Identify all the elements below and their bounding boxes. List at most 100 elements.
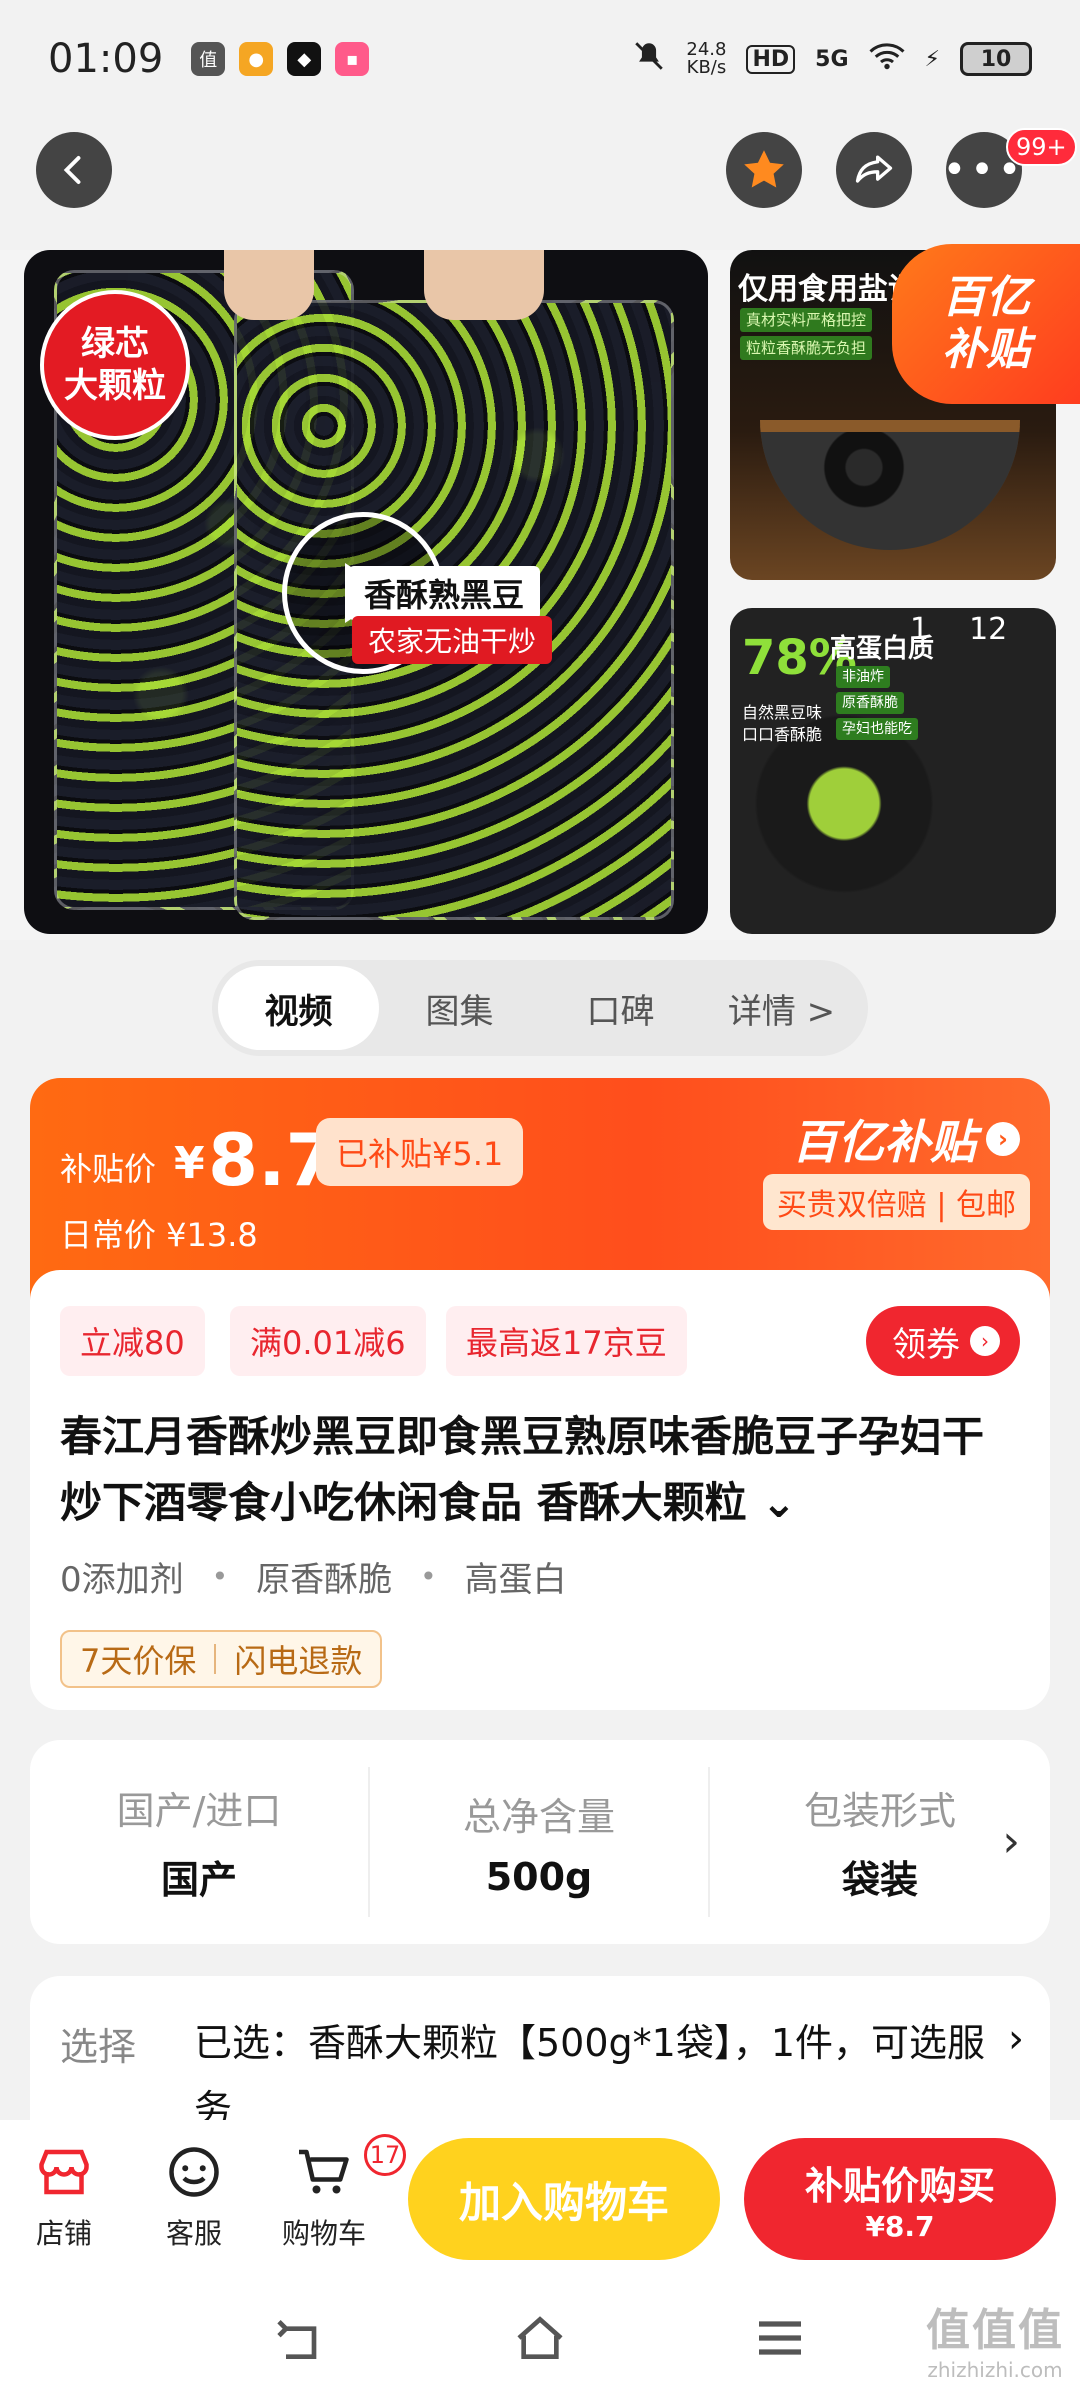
hd-icon: HD bbox=[746, 44, 796, 74]
shop-button[interactable]: 店铺 bbox=[4, 2140, 124, 2252]
product-info-card: 立减80 满0.01减6 最高返17京豆 领券 › 春江月香酥炒黑豆即食黑豆熟原… bbox=[30, 1270, 1050, 1710]
tab-reviews[interactable]: 口碑 bbox=[540, 966, 701, 1050]
spec-net-weight: 总净含量 500g bbox=[370, 1767, 710, 1917]
promo-chip[interactable]: 立减80 bbox=[60, 1306, 205, 1376]
nav-back-button[interactable] bbox=[272, 2314, 328, 2366]
subsidy-brand-link[interactable]: 百亿补贴 › bbox=[792, 1106, 1020, 1172]
hand-image bbox=[424, 250, 544, 320]
speed-unit: KB/s bbox=[686, 57, 727, 78]
system-icons: 24.8 KB/s HD 5G ⚡ 10 bbox=[632, 39, 1032, 79]
cart-button[interactable]: 17 购物车 bbox=[264, 2134, 406, 2252]
product-title[interactable]: 春江月香酥炒黑豆即食黑豆熟原味香脆豆子孕妇干炒下酒零食小吃休闲食品 香酥大颗粒 … bbox=[60, 1404, 1020, 1536]
tag-line: 绿芯 bbox=[81, 324, 149, 364]
buy-label: 补贴价购买 bbox=[804, 2164, 995, 2208]
menu-icon bbox=[759, 2321, 801, 2355]
side-line: 真材实料严格把控 bbox=[740, 308, 873, 332]
green-core-tag: 绿芯 大颗粒 bbox=[40, 290, 190, 440]
spec-origin: 国产/进口 国产 bbox=[30, 1767, 370, 1917]
assurance-item: 闪电退款 bbox=[234, 1642, 363, 1680]
tab-details[interactable]: 详情 > bbox=[701, 966, 862, 1050]
notification-icons: 值 ● ◆ ▪ bbox=[191, 42, 370, 76]
protein-chip: 孕妇也能吃 bbox=[836, 718, 918, 740]
coupon-label: 领券 bbox=[892, 1324, 960, 1365]
return-icon bbox=[277, 2320, 317, 2359]
separator-dot: • bbox=[211, 1560, 229, 1593]
protein-left-text: 自然黑豆味 口口香酥脆 bbox=[742, 702, 822, 746]
mute-icon bbox=[632, 39, 666, 79]
package-sublabel: 农家无油干炒 bbox=[352, 616, 553, 664]
promo-chip[interactable]: 最高返17京豆 bbox=[446, 1306, 687, 1376]
system-nav-bar bbox=[0, 2280, 1080, 2400]
chevron-right-icon: › bbox=[986, 1122, 1020, 1156]
subsidy-corner-badge: 百亿 补贴 bbox=[892, 244, 1080, 404]
bowl-image bbox=[760, 420, 1020, 550]
watermark-url: zhizhizhi.com bbox=[927, 2358, 1063, 2382]
feature-item: 0添加剂 bbox=[60, 1560, 184, 1600]
message-count-badge: 99+ bbox=[1006, 128, 1077, 166]
feature-list: 0添加剂 • 原香酥脆 • 高蛋白 bbox=[60, 1552, 567, 1601]
buy-price: ¥8.7 bbox=[865, 2210, 935, 2243]
subsidy-badge-line: 补贴 bbox=[942, 324, 1030, 375]
selection-label: 选择 bbox=[60, 2025, 137, 2069]
spec-packaging: 包装形式 袋装 bbox=[710, 1767, 1050, 1917]
subsidy-brand-text: 百亿补贴 bbox=[792, 1115, 976, 1169]
site-watermark: 值值值 zhizhizhi.com bbox=[926, 2294, 1064, 2382]
share-icon bbox=[855, 155, 893, 183]
protein-chip: 原香酥脆 bbox=[836, 692, 904, 714]
spec-value: 袋装 bbox=[841, 1858, 918, 1902]
shop-label: 店铺 bbox=[35, 2217, 92, 2250]
subsidy-badge-line: 百亿 bbox=[942, 272, 1030, 323]
wifi-icon bbox=[869, 41, 905, 77]
chevron-left-icon bbox=[63, 156, 81, 184]
chevron-right-icon: › bbox=[1008, 2016, 1024, 2062]
assurance-tags[interactable]: 7天价保 闪电退款 bbox=[60, 1630, 383, 1688]
feature-item: 高蛋白 bbox=[464, 1560, 567, 1600]
hand-image bbox=[224, 250, 314, 320]
customer-service-button[interactable]: 客服 bbox=[134, 2140, 254, 2252]
chevron-right-icon: › bbox=[970, 1326, 1000, 1356]
nav-menu-button[interactable] bbox=[752, 2314, 808, 2366]
favorite-button[interactable] bbox=[726, 132, 802, 208]
spec-key: 国产/进口 bbox=[116, 1789, 282, 1833]
buy-now-button[interactable]: 补贴价购买 ¥8.7 bbox=[744, 2138, 1056, 2260]
service-label: 客服 bbox=[165, 2217, 222, 2250]
price-guarantee: 买贵双倍赔 | 包邮 bbox=[762, 1174, 1030, 1230]
cart-count-badge: 17 bbox=[364, 2134, 406, 2176]
clock: 01:09 bbox=[48, 36, 164, 82]
spec-value: 500g bbox=[485, 1854, 593, 1899]
specs-card[interactable]: 国产/进口 国产 总净含量 500g 包装形式 袋装 › bbox=[30, 1740, 1050, 1944]
add-to-cart-button[interactable]: 加入购物车 bbox=[408, 2138, 720, 2260]
currency-symbol: ¥ bbox=[174, 1138, 205, 1189]
network-type: 5G bbox=[815, 46, 849, 72]
tag-line: 大颗粒 bbox=[64, 366, 166, 406]
promo-chip[interactable]: 满0.01减6 bbox=[230, 1306, 426, 1376]
feature-item: 原香酥脆 bbox=[256, 1560, 393, 1600]
shop-icon bbox=[32, 2140, 96, 2204]
tab-gallery[interactable]: 图集 bbox=[379, 966, 540, 1050]
side-line: 粒粒香酥脆无负担 bbox=[740, 336, 873, 360]
status-bar: 01:09 值 ● ◆ ▪ 24.8 KB/s HD 5G ⚡ 10 bbox=[0, 0, 1080, 118]
back-button[interactable] bbox=[36, 132, 112, 208]
share-button[interactable] bbox=[836, 132, 912, 208]
chat-icon bbox=[162, 2140, 226, 2204]
side-image-title: 仅用食用盐调 bbox=[738, 272, 918, 307]
divider bbox=[214, 1644, 217, 1674]
watermark-logo: 值值值 bbox=[926, 2305, 1064, 2356]
daily-price: 日常价 ¥13.8 bbox=[60, 1216, 258, 1254]
protein-left-line: 口口香酥脆 bbox=[742, 725, 823, 744]
cart-icon: 17 bbox=[292, 2134, 406, 2204]
selection-row[interactable]: 选择 已选：香酥大颗粒【500g*1袋】，1件，可选服务 › bbox=[30, 1976, 1050, 2126]
gallery-counter: 1 12 bbox=[910, 612, 1007, 647]
subsidy-price-label: 补贴价 bbox=[60, 1150, 157, 1188]
get-coupon-button[interactable]: 领券 › bbox=[866, 1306, 1020, 1376]
nav-home-button[interactable] bbox=[512, 2314, 568, 2366]
chevron-right-icon[interactable]: › bbox=[1002, 1816, 1020, 1867]
tab-video[interactable]: 视频 bbox=[218, 966, 379, 1050]
charging-icon: ⚡ bbox=[924, 46, 940, 72]
package-label: 香酥熟黑豆 bbox=[348, 566, 541, 620]
product-page: 01:09 值 ● ◆ ▪ 24.8 KB/s HD 5G ⚡ 10 ••• 9… bbox=[0, 0, 1080, 2400]
star-icon bbox=[744, 150, 784, 188]
protein-left-line: 自然黑豆味 bbox=[742, 703, 823, 722]
side-image-protein[interactable]: 78% 高蛋白质 非油炸 原香酥脆 孕妇也能吃 自然黑豆味 口口香酥脆 bbox=[730, 608, 1056, 934]
counter-current: 1 bbox=[910, 612, 930, 647]
